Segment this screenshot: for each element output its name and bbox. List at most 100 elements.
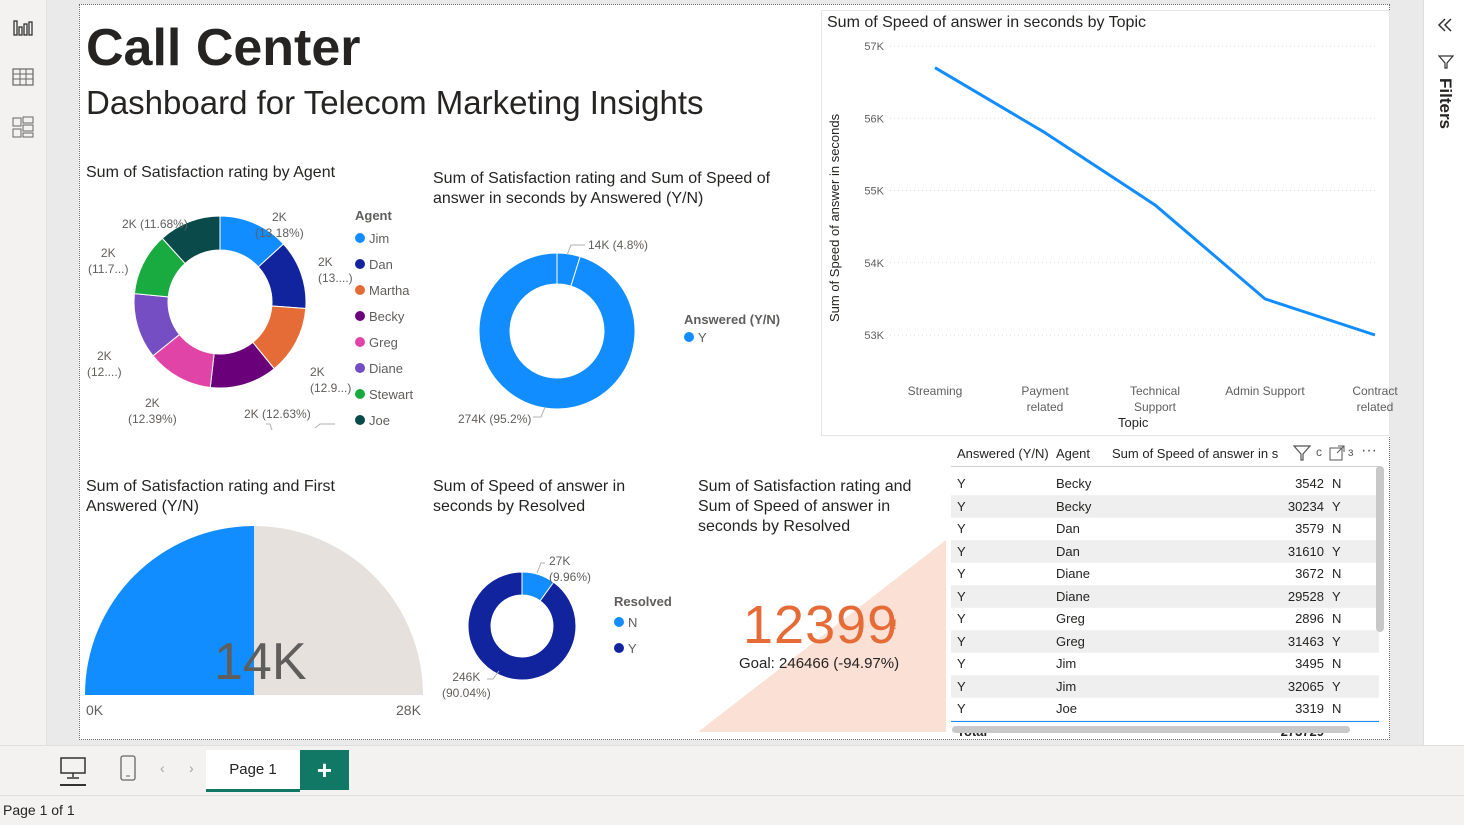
table-cell: Y <box>957 656 966 672</box>
agent-legend-item-dan[interactable]: Dan <box>355 251 413 277</box>
desktop-layout-icon[interactable] <box>60 756 86 785</box>
table-row[interactable]: Y Diane 3672 N <box>951 563 1379 586</box>
filters-pane-collapsed[interactable]: Filters <box>1423 0 1464 745</box>
agent-legend-item-greg[interactable]: Greg <box>355 329 413 355</box>
answered-label-large: 274K (95.2%) <box>458 412 532 426</box>
agent-legend-item-stewart[interactable]: Stewart <box>355 381 413 407</box>
filters-label: Filters <box>1436 78 1455 130</box>
kpi-title: Sum of Satisfaction rating and Sum of Sp… <box>698 478 912 535</box>
agent-legend-item-joe[interactable]: Joe <box>355 407 413 433</box>
answered-slice-y-large[interactable] <box>478 252 636 410</box>
agent-label-martha-pct: (12.9...) <box>310 381 352 395</box>
report-view-icon[interactable] <box>8 13 38 43</box>
resolved-label-small-pct: (9.96%) <box>549 570 592 584</box>
line-xtick-label: Payment related <box>1021 384 1069 414</box>
table-cell: Y <box>957 566 966 582</box>
kpi-value: 12399 <box>743 595 899 655</box>
table-cell: Becky <box>1056 498 1092 514</box>
table-cell: N <box>1332 611 1342 627</box>
table-cell: Greg <box>1056 611 1085 627</box>
next-page-icon[interactable]: › <box>189 760 194 776</box>
table-cell: Y <box>957 701 966 717</box>
table-row[interactable]: Y Greg 31463 Y <box>951 630 1379 653</box>
agent-donut-slices <box>133 215 307 389</box>
table-cell: 29528 <box>1287 588 1324 604</box>
table-cell: 3672 <box>1295 566 1324 582</box>
agent-legend-label: Dan <box>369 256 393 272</box>
page-count-status: Page 1 of 1 <box>3 802 75 818</box>
agent-label-joe-pct: (11.68%) <box>140 217 188 231</box>
table-row[interactable]: Y Dan 3579 N <box>951 518 1379 541</box>
table-row[interactable]: Y Becky 3542 N <box>951 473 1379 496</box>
table-cell: Becky <box>1056 476 1092 492</box>
model-view-icon[interactable] <box>8 112 38 142</box>
table-header-answered[interactable]: Answered (Y/N) <box>951 446 1056 461</box>
add-page-button[interactable]: + <box>300 750 349 790</box>
answered-donut-chart[interactable] <box>455 225 665 435</box>
status-bar: Page 1 of 1 <box>0 795 1464 825</box>
table-vertical-scrollbar[interactable] <box>1376 466 1384 632</box>
mobile-layout-icon[interactable] <box>120 755 136 786</box>
agent-legend-item-becky[interactable]: Becky <box>355 303 413 329</box>
table-header: Answered (Y/N) Agent Sum of Speed of ans… <box>951 440 1379 467</box>
table-cell: Y <box>957 611 966 627</box>
kpi-alert-icon: ! <box>893 616 897 632</box>
more-options-icon[interactable]: ··· <box>1361 442 1377 460</box>
tab-page-1[interactable]: Page 1 <box>206 750 300 792</box>
table-cell: Y <box>1332 678 1341 694</box>
agent-label-martha-value: 2K <box>310 365 325 379</box>
previous-page-icon[interactable]: ‹ <box>160 760 165 776</box>
answered-donut-slices <box>478 252 636 410</box>
agent-legend-label: Diane <box>369 360 403 376</box>
answered-legend-item-y[interactable]: Y <box>684 327 780 347</box>
agent-legend-item-martha[interactable]: Martha <box>355 277 413 303</box>
table-view-icon[interactable] <box>8 62 38 92</box>
agent-legend-label: Joe <box>369 412 390 428</box>
sort-icon[interactable]: c <box>1316 445 1322 459</box>
table-cell: Greg <box>1056 633 1085 649</box>
legend-dot <box>355 337 365 347</box>
agent-legend-item-jim[interactable]: Jim <box>355 225 413 251</box>
resolved-legend-label-y: Y <box>628 640 637 656</box>
table-header-agent[interactable]: Agent <box>1056 446 1112 461</box>
gauge-min-label: 0K <box>86 702 104 718</box>
table-row[interactable]: Y Jim 32065 Y <box>951 675 1379 698</box>
focus-mode-icon[interactable] <box>1328 444 1346 465</box>
table-row[interactable]: Y Joe 3319 N <box>951 698 1379 721</box>
line-series-speed <box>934 66 1376 337</box>
table-row[interactable]: Y Diane 29528 Y <box>951 585 1379 608</box>
data-table[interactable]: Answered (Y/N) Agent Sum of Speed of ans… <box>951 440 1379 742</box>
filter-icon[interactable] <box>1292 444 1312 465</box>
line-xtick-label: Streaming <box>907 384 963 398</box>
table-row[interactable]: Y Becky 30234 Y <box>951 495 1379 518</box>
resolved-legend-item-n[interactable]: N <box>614 609 672 635</box>
table-row[interactable]: Y Greg 2896 N <box>951 608 1379 631</box>
line-ytick-label: 57K <box>864 41 884 53</box>
legend-dot <box>614 643 624 653</box>
double-chevron-left-icon[interactable] <box>1436 16 1454 39</box>
resolved-legend-item-y[interactable]: Y <box>614 635 672 661</box>
legend-dot <box>355 285 365 295</box>
table-row[interactable]: Y Jim 3495 N <box>951 653 1379 676</box>
table-cell: 3579 <box>1295 521 1324 537</box>
agent-legend-item-diane[interactable]: Diane <box>355 355 413 381</box>
gauge-value: 14K <box>214 633 307 691</box>
line-xtick-label: Admin Support <box>1225 384 1305 398</box>
table-header-speed[interactable]: Sum of Speed of answer in s <box>1112 446 1292 461</box>
agent-label-diane-pct: (12....) <box>87 365 122 379</box>
table-cell: Diane <box>1056 588 1090 604</box>
resolved-donut-slices <box>467 571 577 681</box>
agent-legend-label: Becky <box>369 308 405 324</box>
table-cell: N <box>1332 566 1342 582</box>
agent-legend-label: Greg <box>369 334 398 350</box>
legend-dot <box>355 389 365 399</box>
table-cell: Y <box>957 521 966 537</box>
legend-dot <box>614 617 624 627</box>
table-cell: Joe <box>1056 701 1077 717</box>
table-row[interactable]: Y Dan 31610 Y <box>951 540 1379 563</box>
table-horizontal-scrollbar[interactable] <box>952 726 1350 733</box>
resolved-slice-y[interactable] <box>467 571 577 681</box>
table-cell: 30234 <box>1287 498 1324 514</box>
table-cell: Y <box>1332 588 1341 604</box>
agent-label-dan-value: 2K <box>318 255 333 269</box>
